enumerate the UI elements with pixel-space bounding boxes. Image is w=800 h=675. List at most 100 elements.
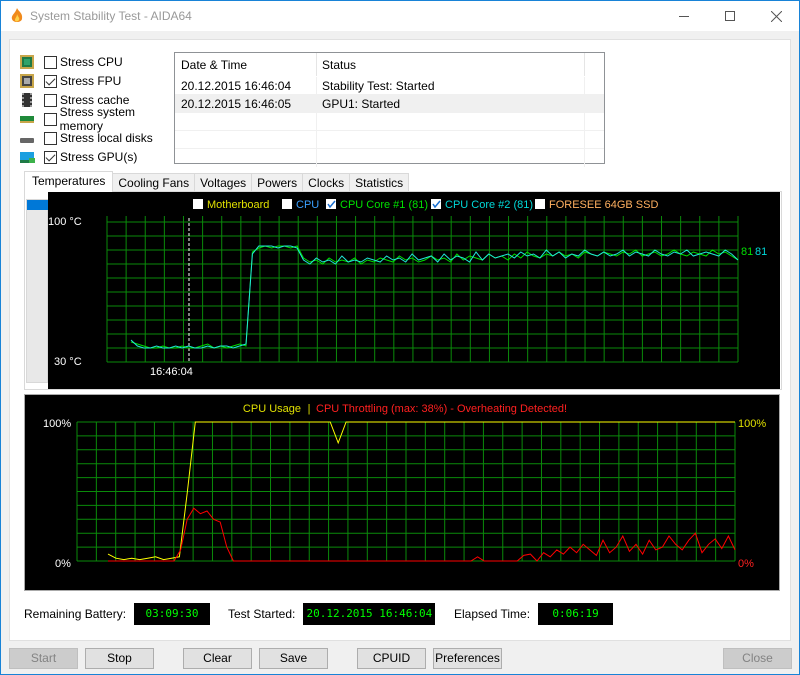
stress-fpu-checkbox[interactable]	[44, 74, 57, 88]
tab-clocks[interactable]: Clocks	[302, 173, 351, 192]
stress-gpu-label: Stress GPU(s)	[60, 150, 138, 164]
temperature-legend: Motherboard CPU CPU Core #1 (81) CPU Core #…	[193, 199, 658, 211]
maximize-button[interactable]	[707, 1, 753, 31]
stress-cache-checkbox[interactable]	[44, 93, 57, 107]
legend-label: CPU Core #2 (81)	[445, 199, 533, 211]
column-header-status[interactable]: Status	[317, 53, 585, 76]
legend-label: CPU	[296, 199, 319, 211]
sensor-tabs: Temperatures Cooling Fans Voltages Power…	[24, 171, 410, 192]
elapsed-time-label: Elapsed Time:	[454, 607, 531, 621]
minimize-button[interactable]	[661, 1, 707, 31]
elapsed-time-field: Elapsed Time: 0:06:19	[454, 603, 614, 625]
temperature-chart: Motherboard CPU CPU Core #1 (81) CPU Core #…	[48, 192, 780, 389]
memory-icon	[20, 115, 34, 123]
stress-disks-label: Stress local disks	[60, 131, 153, 145]
close-icon	[770, 10, 782, 22]
elapsed-time-value: 0:06:19	[538, 603, 614, 625]
column-header-datetime[interactable]: Date & Time	[175, 53, 317, 76]
save-button[interactable]: Save	[259, 648, 328, 669]
tab-temperatures[interactable]: Temperatures	[24, 171, 114, 192]
legend-checkbox[interactable]	[282, 199, 292, 209]
cpuid-button[interactable]: CPUID	[357, 648, 426, 669]
sensor-list-scrollbar[interactable]	[26, 199, 49, 383]
legend-label: Motherboard	[207, 199, 269, 211]
stress-memory-option[interactable]: Stress system memory	[20, 105, 180, 133]
tab-voltages[interactable]: Voltages	[194, 173, 253, 192]
log-row-empty	[175, 113, 604, 131]
stress-cpu-option[interactable]: Stress CPU	[20, 53, 180, 71]
cpu-usage-title: CPU Usage	[243, 403, 301, 415]
maximize-icon	[725, 11, 735, 21]
preferences-button[interactable]: Preferences	[433, 648, 502, 669]
core2-end-value: 81	[755, 246, 767, 258]
temp-x-marker-label: 16:46:04	[150, 366, 193, 378]
cpu-y-max-left: 100%	[43, 418, 71, 430]
temperature-chart-svg: Motherboard CPU CPU Core #1 (81) CPU Core #…	[48, 199, 767, 378]
log-status: Stability Test: Started	[317, 77, 585, 94]
tab-powers[interactable]: Powers	[251, 173, 304, 192]
temp-y-max-label: 100 °C	[48, 216, 82, 228]
cpu-usage-line	[107, 421, 735, 561]
remaining-battery-field: Remaining Battery: 03:09:30	[24, 603, 211, 625]
log-row-empty	[175, 131, 604, 149]
log-row[interactable]: 20.12.2015 16:46:04 Stability Test: Star…	[175, 77, 604, 95]
clear-button[interactable]: Clear	[183, 648, 252, 669]
tab-cooling-fans[interactable]: Cooling Fans	[112, 173, 196, 192]
stress-gpu-checkbox[interactable]	[44, 150, 57, 164]
log-row[interactable]: 20.12.2015 16:46:05 GPU1: Started	[175, 95, 604, 113]
disk-icon	[20, 138, 34, 143]
window-title: System Stability Test - AIDA64	[30, 9, 192, 23]
remaining-battery-value: 03:09:30	[134, 603, 211, 625]
cpu-grid	[76, 421, 736, 562]
legend-checkbox[interactable]	[535, 199, 545, 209]
main-panel: Stress CPU Stress FPU Stress cache Stres…	[9, 39, 791, 641]
test-started-field: Test Started: 20.12.2015 16:46:04	[228, 603, 436, 625]
legend-label: FORESEE 64GB SSD	[549, 199, 658, 211]
test-started-label: Test Started:	[228, 607, 296, 621]
remaining-battery-label: Remaining Battery:	[24, 607, 127, 621]
tab-statistics[interactable]: Statistics	[349, 173, 410, 192]
stress-cpu-label: Stress CPU	[60, 55, 123, 69]
log-datetime: 20.12.2015 16:46:05	[175, 95, 317, 112]
start-button[interactable]: Start	[9, 648, 78, 669]
core1-end-value: 81	[741, 246, 753, 258]
log-datetime: 20.12.2015 16:46:04	[175, 77, 317, 94]
log-row-empty	[175, 149, 604, 167]
cpu-icon	[20, 55, 34, 69]
stop-button[interactable]: Stop	[85, 648, 154, 669]
stress-fpu-option[interactable]: Stress FPU	[20, 72, 180, 90]
gpu-icon	[20, 151, 35, 163]
stress-cpu-checkbox[interactable]	[44, 55, 57, 69]
legend-label: CPU Core #1 (81)	[340, 199, 428, 211]
log-status: GPU1: Started	[317, 95, 585, 112]
cpu-title-separator: |	[308, 403, 311, 415]
cpu-y-min-left: 0%	[55, 558, 71, 570]
fpu-icon	[20, 74, 34, 88]
cpu-usage-chart: CPU Usage | CPU Throttling (max: 38%) - …	[24, 394, 780, 591]
cpu-chart-svg: CPU Usage | CPU Throttling (max: 38%) - …	[43, 403, 766, 570]
cpu-y-max-right: 100%	[738, 418, 766, 430]
legend-checkbox[interactable]	[193, 199, 203, 209]
cpu-throttle-line	[108, 507, 736, 562]
stress-gpu-option[interactable]: Stress GPU(s)	[20, 148, 180, 166]
log-header: Date & Time Status	[175, 53, 604, 77]
minimize-icon	[679, 15, 689, 17]
legend-checkbox[interactable]	[326, 199, 336, 209]
cpu-throttle-title: CPU Throttling (max: 38%) - Overheating …	[316, 403, 567, 415]
cache-chip-icon	[22, 93, 32, 107]
aida64-flame-icon	[11, 8, 23, 22]
stress-fpu-label: Stress FPU	[60, 74, 122, 88]
temp-y-min-label: 30 °C	[54, 356, 82, 368]
event-log-table[interactable]: Date & Time Status 20.12.2015 16:46:04 S…	[174, 52, 605, 167]
cpu-y-min-right: 0%	[738, 558, 754, 570]
sensor-list-selection[interactable]	[27, 200, 49, 210]
stress-disks-option[interactable]: Stress local disks	[20, 129, 180, 147]
close-window-button[interactable]	[753, 1, 799, 31]
title-bar: System Stability Test - AIDA64	[1, 1, 799, 31]
legend-checkbox[interactable]	[431, 199, 441, 209]
stability-test-window: System Stability Test - AIDA64 Stress CP…	[0, 0, 800, 675]
stress-memory-checkbox[interactable]	[43, 112, 57, 126]
test-started-value: 20.12.2015 16:46:04	[303, 603, 436, 625]
close-button[interactable]: Close	[723, 648, 792, 669]
stress-disks-checkbox[interactable]	[44, 131, 57, 145]
